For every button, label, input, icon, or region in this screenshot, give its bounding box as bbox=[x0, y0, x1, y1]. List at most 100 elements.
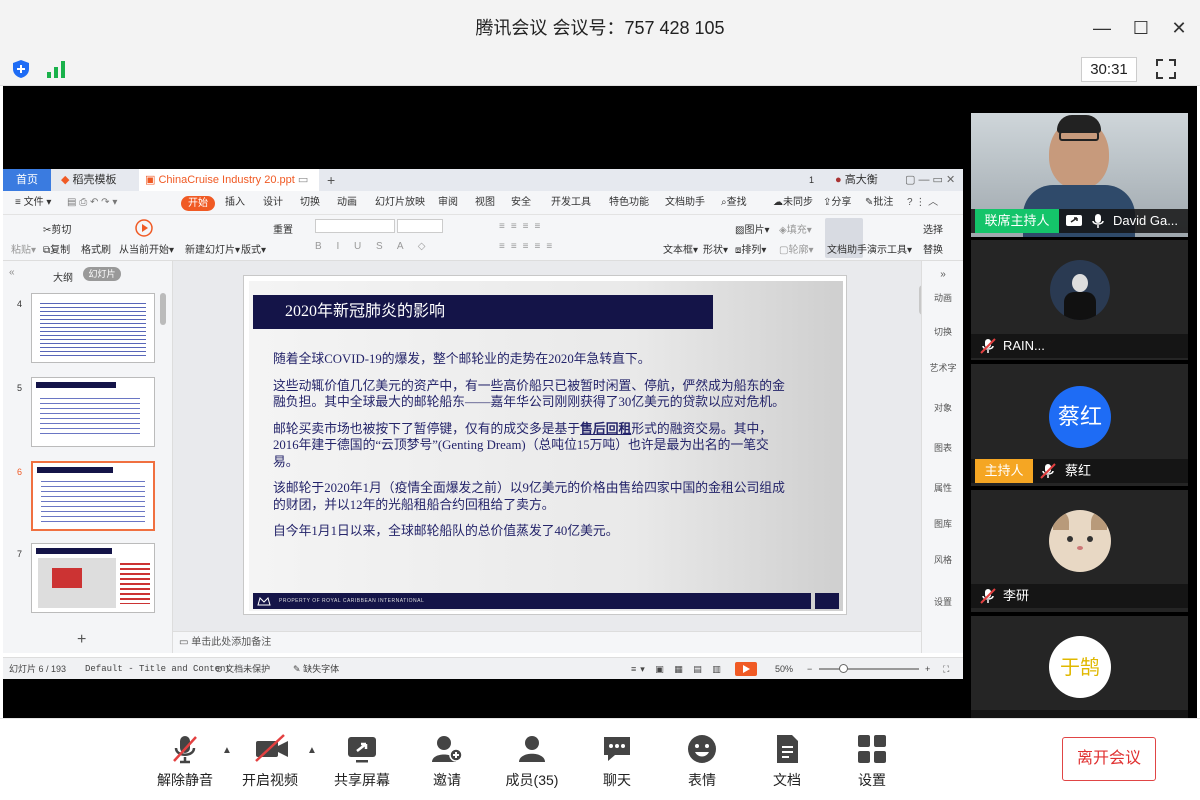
chat-button[interactable]: 聊天 bbox=[577, 719, 657, 800]
thumbnail-scrollbar[interactable] bbox=[160, 293, 166, 325]
ribbon-sync[interactable]: ☁未同步 bbox=[773, 191, 813, 215]
tab-docer-templates[interactable]: ◆ 稻壳模板 bbox=[55, 169, 135, 191]
slide-thumbnail-7[interactable] bbox=[31, 543, 155, 613]
ribbon-tab-review[interactable]: 审阅 bbox=[438, 191, 458, 215]
from-current-button[interactable]: 从当前开始▾ bbox=[119, 241, 174, 256]
ribbon-tab-slideshow[interactable]: 幻灯片放映 bbox=[375, 191, 425, 215]
invite-button[interactable]: 邀请 bbox=[407, 719, 487, 800]
fullscreen-icon[interactable] bbox=[1154, 57, 1178, 81]
video-options-chevron-icon[interactable]: ▲ bbox=[307, 745, 317, 756]
slide-thumbnail-5[interactable] bbox=[31, 377, 155, 447]
panel-wordart[interactable]: 艺术字 bbox=[922, 361, 963, 374]
shape-button[interactable]: 形状▾ bbox=[703, 241, 728, 256]
panel-object[interactable]: 对象 bbox=[922, 401, 963, 414]
fit-window-icon[interactable]: ⛶ bbox=[943, 658, 949, 679]
paragraph-buttons[interactable]: ≡≡≡≡ bbox=[499, 221, 546, 232]
collapse-panel-icon[interactable]: « bbox=[9, 267, 15, 278]
font-name-select[interactable] bbox=[315, 219, 395, 233]
arrange-button[interactable]: ⧈排列▾ bbox=[735, 241, 766, 256]
maximize-icon[interactable]: ☐ bbox=[1127, 14, 1155, 42]
zoom-slider-thumb[interactable] bbox=[839, 664, 848, 673]
ribbon-tab-view[interactable]: 视图 bbox=[475, 191, 495, 215]
close-icon[interactable]: ✕ bbox=[1165, 14, 1193, 42]
tab-slides[interactable]: 幻灯片 bbox=[83, 267, 121, 281]
copy-button[interactable]: ⧉复制 bbox=[43, 241, 70, 256]
menu-file[interactable]: ≡ 文件 ▾ bbox=[15, 191, 51, 215]
participant-video-david[interactable]: 联席主持人 David Ga... bbox=[971, 113, 1188, 237]
tab-home[interactable]: 首页 bbox=[3, 169, 51, 191]
emoji-button[interactable]: 表情 bbox=[662, 719, 742, 800]
ribbon-tab-developer[interactable]: 开发工具 bbox=[551, 191, 591, 215]
zoom-in-icon[interactable]: + bbox=[925, 658, 930, 679]
layout-button[interactable]: 版式▾ bbox=[241, 241, 266, 256]
select-button[interactable]: 选择 bbox=[923, 221, 943, 236]
slideshow-play-button[interactable] bbox=[735, 662, 757, 676]
panel-chart[interactable]: 图表 bbox=[922, 441, 963, 454]
share-screen-button[interactable]: 共享屏幕 bbox=[322, 719, 402, 800]
quick-access-toolbar[interactable]: ▤ ⎙ ↶ ↷ ▾ bbox=[67, 191, 117, 215]
new-slide-button[interactable]: 新建幻灯片▾ bbox=[185, 241, 240, 256]
missing-font[interactable]: ✎ 缺失字体 bbox=[293, 658, 339, 679]
reset-button[interactable]: 重置 bbox=[273, 221, 293, 236]
participant-tile-yuhu[interactable]: 于鹄 bbox=[971, 616, 1188, 718]
ribbon-tab-transition[interactable]: 切换 bbox=[300, 191, 320, 215]
participant-tile-caihong[interactable]: 蔡红 主持人 蔡红 bbox=[971, 364, 1188, 486]
font-size-select[interactable] bbox=[397, 219, 443, 233]
minimize-icon[interactable]: — bbox=[1088, 14, 1116, 42]
signal-strength-icon[interactable] bbox=[45, 58, 67, 80]
participant-tile-liyan[interactable]: 李研 bbox=[971, 490, 1188, 612]
panel-properties[interactable]: 属性 bbox=[922, 481, 963, 494]
paste-button[interactable]: 粘贴▾ bbox=[11, 241, 36, 256]
slide-thumbnail-6-selected[interactable] bbox=[31, 461, 155, 531]
help-icon[interactable]: ? ⋮ ︿ bbox=[907, 191, 938, 215]
picture-button[interactable]: ▨图片▾ bbox=[735, 221, 769, 236]
doc-protection[interactable]: ⊙ 文档未保护 bbox=[215, 658, 270, 679]
ribbon-tab-insert[interactable]: 插入 bbox=[225, 191, 245, 215]
panel-expand-icon[interactable]: » bbox=[922, 269, 963, 280]
panel-gallery[interactable]: 图库 bbox=[922, 517, 963, 530]
start-video-button[interactable]: 开启视频 bbox=[230, 719, 310, 800]
wps-window-controls[interactable]: ▢ — ▭ ✕ bbox=[899, 169, 961, 191]
present-tools-button[interactable]: 演示工具▾ bbox=[867, 241, 912, 256]
user-account[interactable]: ● 高大衡 bbox=[829, 169, 884, 191]
view-mode-buttons[interactable]: ≡▾ ▣ ▦ ▤ ▥ bbox=[631, 658, 725, 679]
slide-thumbnail-4[interactable] bbox=[31, 293, 155, 363]
ribbon-tab-design[interactable]: 设计 bbox=[263, 191, 283, 215]
font-style-buttons[interactable]: B I U S A ◇ bbox=[315, 241, 432, 252]
leave-meeting-button[interactable]: 离开会议 bbox=[1062, 737, 1156, 781]
ribbon-share[interactable]: ⇪分享 bbox=[823, 191, 851, 215]
cut-button[interactable]: ✂剪切 bbox=[43, 221, 71, 236]
zoom-out-icon[interactable]: − bbox=[807, 658, 812, 679]
ribbon-tab-animation[interactable]: 动画 bbox=[337, 191, 357, 215]
ribbon-tab-security[interactable]: 安全 bbox=[511, 191, 531, 215]
textbox-button[interactable]: 文本框▾ bbox=[663, 241, 698, 256]
replace-button[interactable]: 替换 bbox=[923, 241, 943, 256]
ribbon-comment[interactable]: ✎批注 bbox=[865, 191, 893, 215]
unmute-button[interactable]: 解除静音 bbox=[145, 719, 225, 800]
tab-active-document[interactable]: ▣ ChinaCruise Industry 20.ppt ▭ ✕ bbox=[139, 169, 319, 208]
members-button[interactable]: 成员(35) bbox=[492, 719, 572, 800]
settings-button[interactable]: 设置 bbox=[832, 719, 912, 800]
outline-button[interactable]: ▢轮廓▾ bbox=[779, 241, 813, 256]
ribbon-find[interactable]: ⌕查找 bbox=[721, 191, 747, 215]
zoom-slider-track[interactable] bbox=[819, 668, 919, 670]
participant-tile-rain[interactable]: RAIN... bbox=[971, 240, 1188, 360]
tab-outline[interactable]: 大纲 bbox=[53, 269, 73, 284]
slide-hyperlink-text[interactable]: 售后回租 bbox=[580, 422, 631, 436]
add-slide-icon[interactable]: + bbox=[77, 631, 86, 649]
ribbon-tab-doc-assistant[interactable]: 文档助手 bbox=[665, 191, 705, 215]
new-tab-button[interactable]: + bbox=[321, 169, 341, 191]
panel-settings[interactable]: 设置 bbox=[922, 595, 963, 608]
documents-button[interactable]: 文档 bbox=[747, 719, 827, 800]
panel-transition[interactable]: 切换 bbox=[922, 325, 963, 338]
ribbon-tab-home[interactable]: 开始 bbox=[181, 196, 215, 211]
panel-animation[interactable]: 动画 bbox=[922, 291, 963, 304]
notes-pane[interactable]: ▭ 单击此处添加备注 bbox=[173, 631, 921, 653]
ribbon-tab-features[interactable]: 特色功能 bbox=[609, 191, 649, 215]
panel-style[interactable]: 风格 bbox=[922, 553, 963, 566]
alignment-buttons[interactable]: ≡≡≡≡≡ bbox=[499, 241, 558, 252]
fill-button[interactable]: ◈填充▾ bbox=[779, 221, 812, 236]
security-shield-icon[interactable] bbox=[10, 58, 32, 80]
current-slide[interactable]: 2020年新冠肺炎的影响 随着全球COVID-19的爆发，整个邮轮业的走势在20… bbox=[243, 275, 847, 615]
format-painter-button[interactable]: 格式刷 bbox=[81, 241, 111, 256]
